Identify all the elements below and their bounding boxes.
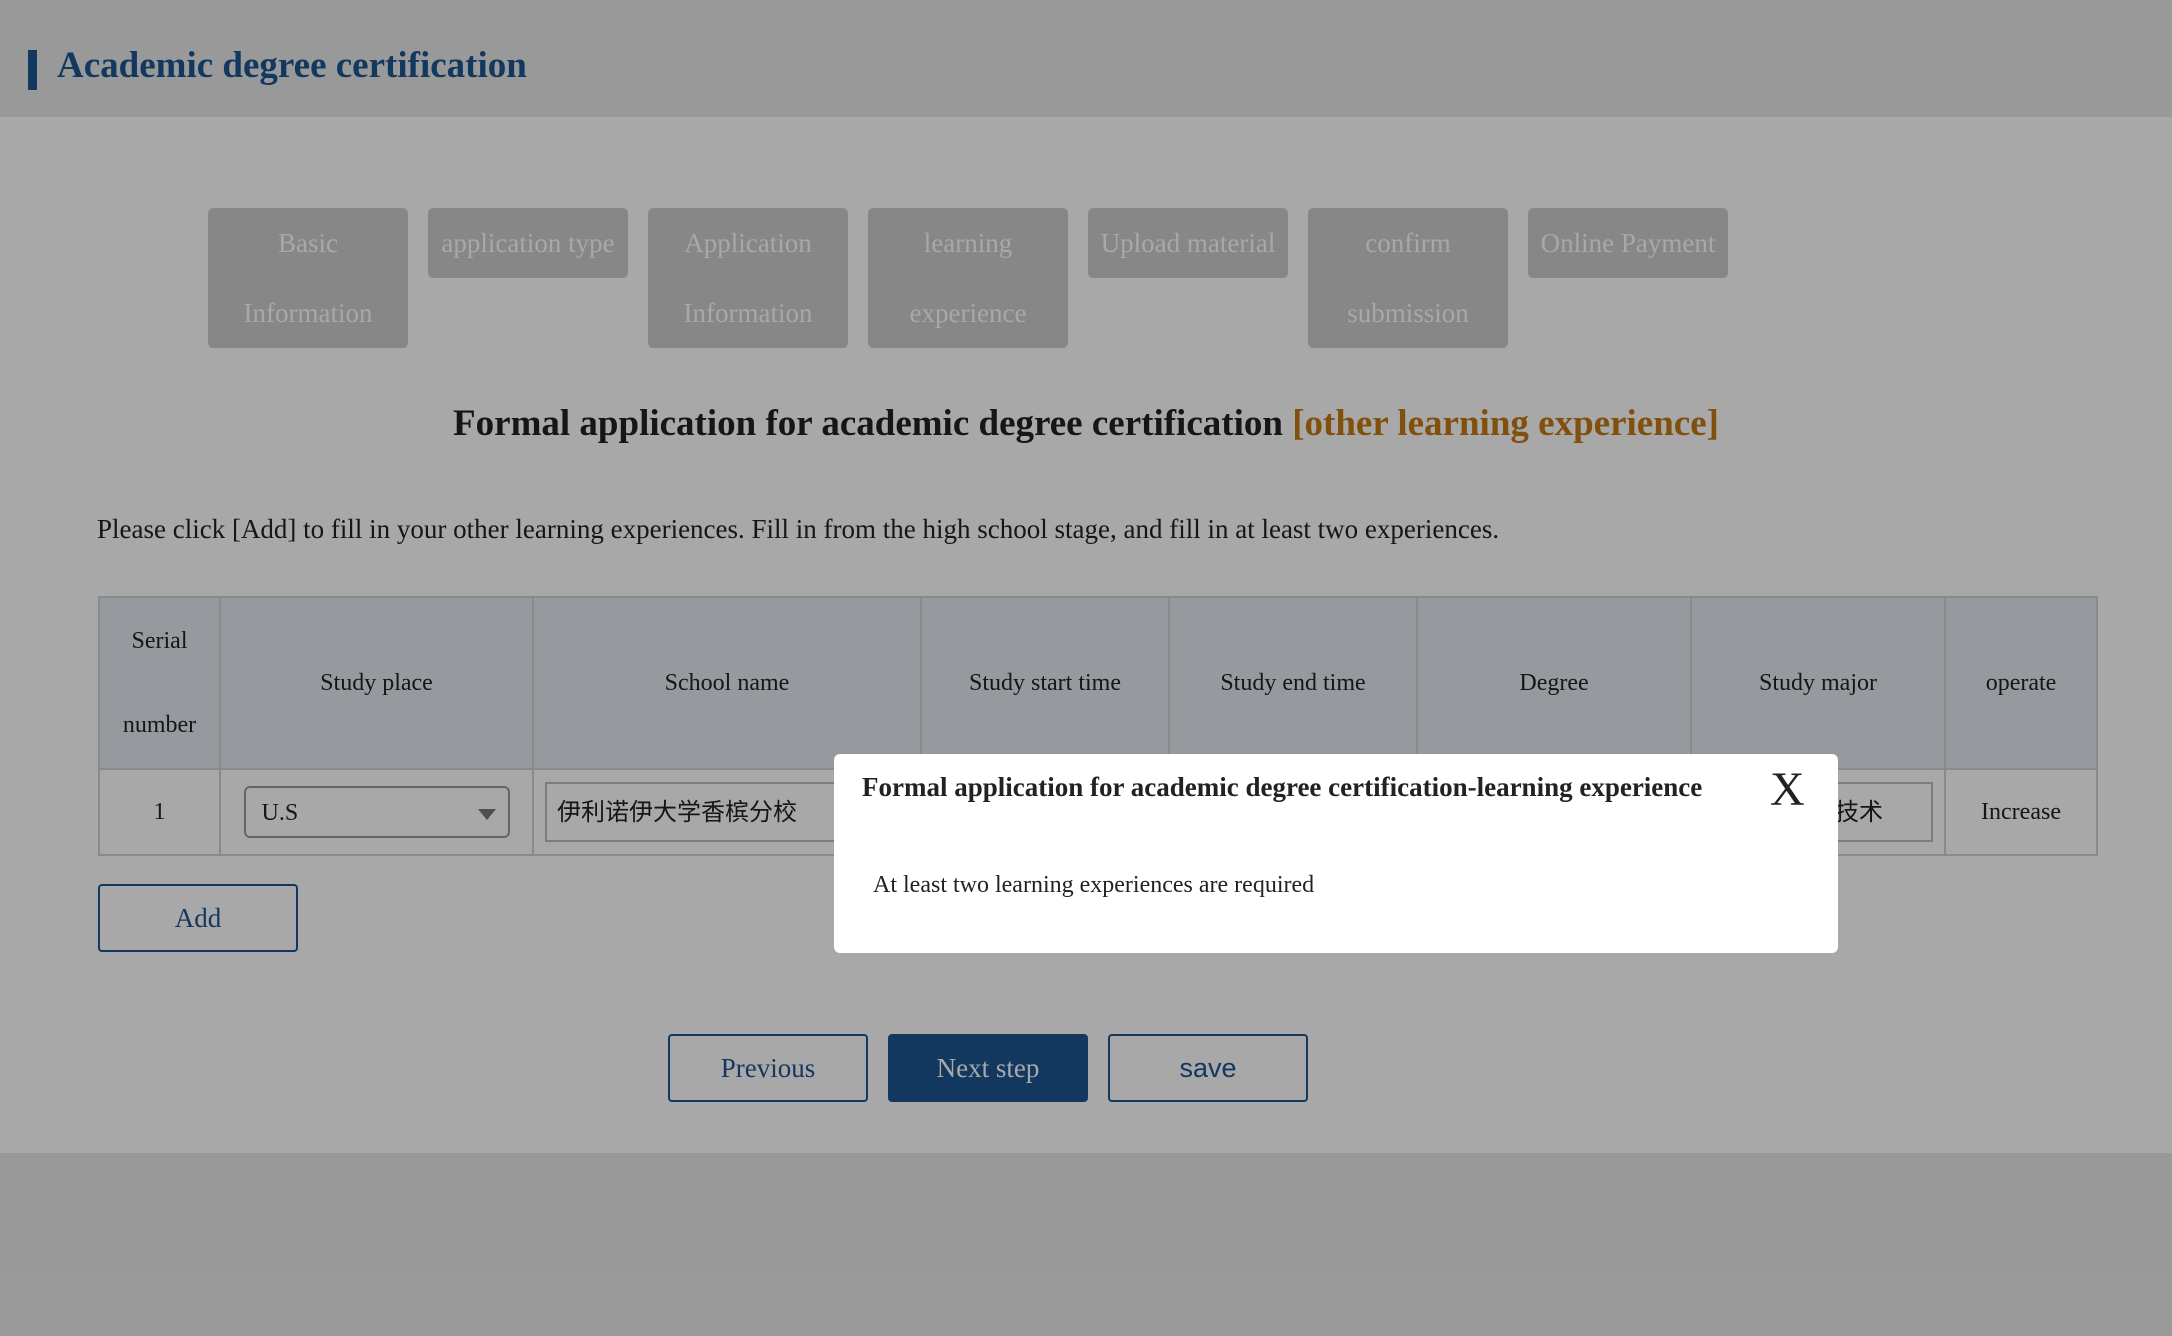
alert-dialog: Formal application for academic degree c… (834, 754, 1838, 953)
modal-overlay[interactable] (0, 0, 2172, 1336)
close-icon[interactable]: X (1770, 762, 1805, 818)
dialog-title: Formal application for academic degree c… (862, 772, 1703, 802)
dialog-message: At least two learning experiences are re… (873, 872, 1315, 898)
